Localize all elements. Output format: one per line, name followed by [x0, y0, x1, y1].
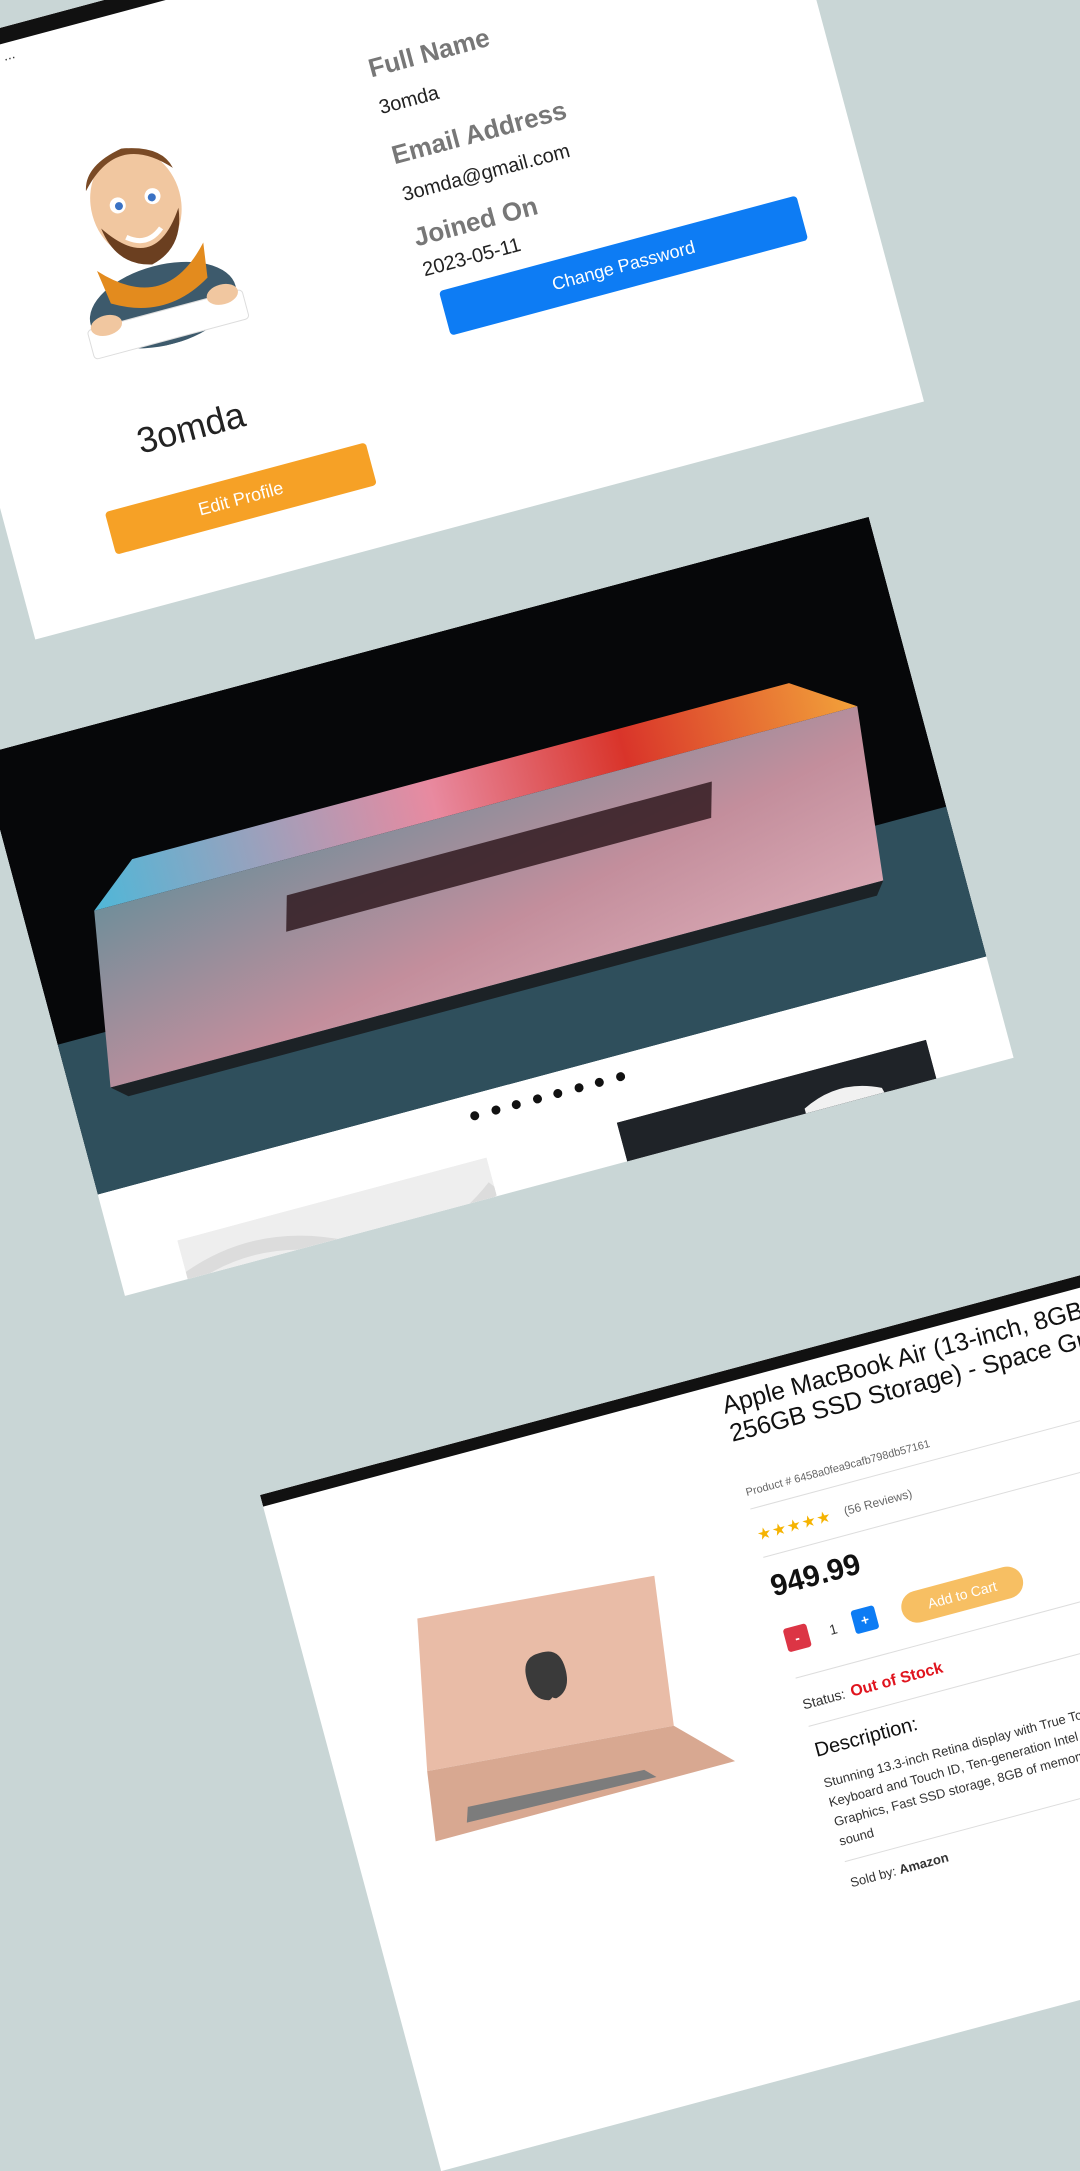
rating-stars: ★★★★★ — [755, 1508, 834, 1545]
carousel-dot[interactable] — [593, 1076, 605, 1088]
avatar — [85, 148, 250, 360]
sold-by-label: Sold by: — [848, 1863, 898, 1891]
carousel-dot[interactable] — [511, 1099, 523, 1111]
carousel-next-arrow[interactable]: › — [726, 1648, 738, 1672]
carousel-dot[interactable] — [573, 1082, 585, 1094]
status-label: Status: — [800, 1685, 847, 1713]
carousel-dot[interactable] — [552, 1087, 564, 1099]
full-name-value: 3omda — [376, 81, 442, 119]
carousel-dot[interactable] — [531, 1093, 543, 1105]
quantity-increase-button[interactable]: + — [850, 1604, 880, 1635]
gadgets-product-image[interactable] — [616, 1039, 978, 1296]
divider — [763, 1437, 1080, 1558]
product-detail-screen: › Apple MacBook Air (13-inch, 8GB RAM, 2… — [260, 1246, 1080, 2171]
carousel-dot[interactable] — [469, 1110, 481, 1122]
carousel-dot[interactable] — [614, 1071, 626, 1083]
full-name-label: Full Name — [365, 22, 493, 84]
add-to-cart-button[interactable]: Add to Cart — [897, 1563, 1027, 1627]
navbar-ellipsis: ... — [1, 45, 17, 64]
carousel-dot[interactable] — [490, 1104, 502, 1116]
home-screen — [0, 516, 1014, 1296]
sold-by-value: Amazon — [897, 1849, 951, 1878]
status-value: Out of Stock — [848, 1659, 945, 1701]
profile-username: 3omda — [132, 393, 250, 462]
quantity-input[interactable] — [811, 1611, 855, 1647]
review-count: (56 Reviews) — [842, 1486, 914, 1519]
product-image-macbook — [417, 1575, 736, 1842]
quantity-decrease-button[interactable]: - — [782, 1623, 812, 1653]
stock-status: Status: Out of Stock — [801, 1659, 945, 1714]
product-price: 949.99 — [767, 1547, 865, 1604]
